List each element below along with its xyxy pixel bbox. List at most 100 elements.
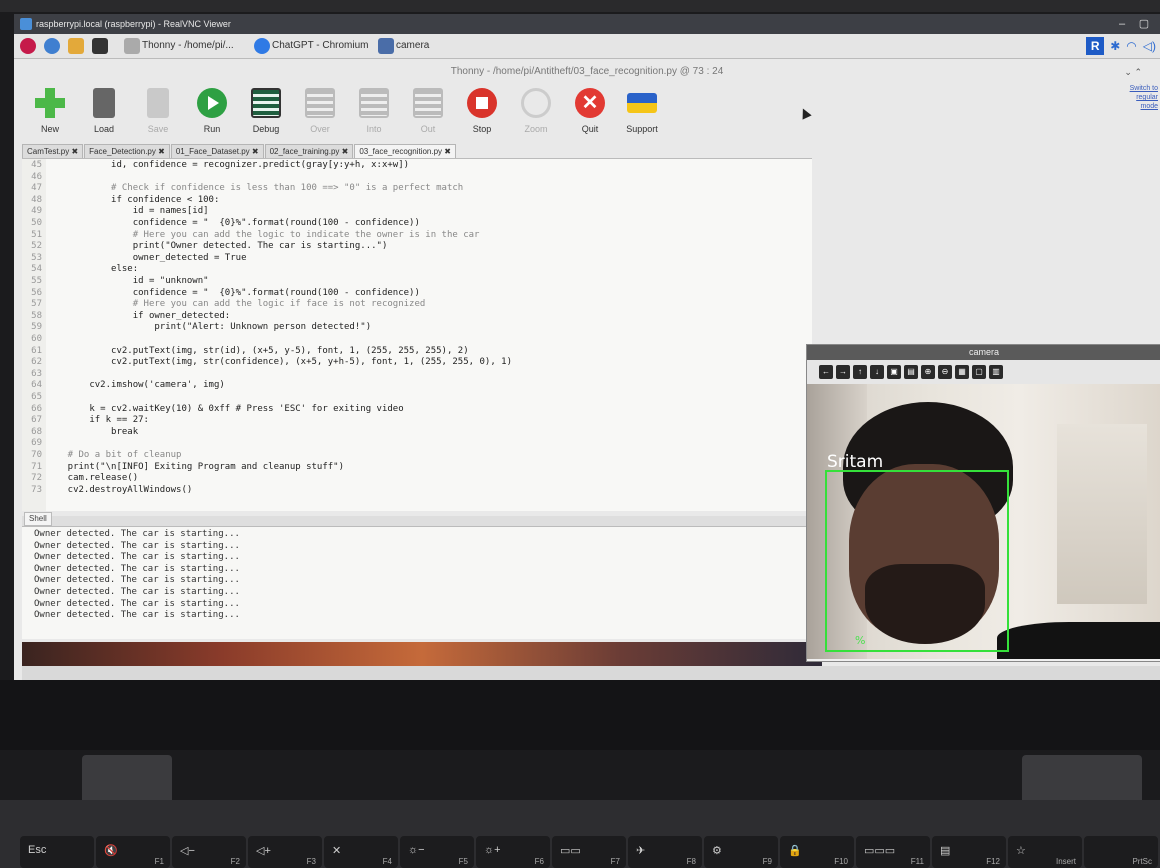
line-number: 53 [31, 252, 42, 263]
code-line[interactable]: 52 print("Owner detected. The car is sta… [22, 241, 387, 253]
support-button[interactable]: Support [616, 88, 668, 134]
zoom-button[interactable]: Zoom [510, 88, 562, 134]
volume-icon[interactable]: ◁) [1143, 39, 1156, 53]
taskbar-item-camera[interactable]: camera [376, 36, 496, 56]
line-number: 48 [31, 194, 42, 205]
code-line[interactable]: 64 cv2.imshow('camera', img) [22, 380, 225, 392]
code-line[interactable]: 60 [22, 334, 46, 346]
code-line[interactable]: 55 id = "unknown" [22, 276, 208, 288]
code-line[interactable]: 47 # Check if confidence is less than 10… [22, 183, 463, 195]
code-line[interactable]: 46 [22, 172, 46, 184]
minimize-icon[interactable]: – [1112, 14, 1132, 34]
file-manager-icon[interactable] [68, 38, 84, 54]
pan-down-icon[interactable]: ↓ [870, 365, 884, 379]
step-out-button[interactable]: Out [402, 88, 454, 134]
shell-divider[interactable] [22, 516, 822, 526]
properties-icon[interactable]: ▥ [989, 365, 1003, 379]
code-line[interactable]: 54 else: [22, 264, 138, 276]
code-line[interactable]: 65 [22, 392, 46, 404]
confidence-label: % [855, 634, 866, 647]
monitor-top-bezel [0, 0, 1160, 12]
taskbar-item-thonny[interactable]: Thonny - /home/pi/... [122, 36, 272, 56]
code-line[interactable]: 68 break [22, 427, 138, 439]
code-line[interactable]: 57 # Here you can add the logic if face … [22, 299, 425, 311]
code-line[interactable]: 66 k = cv2.waitKey(10) & 0xff # Press 'E… [22, 404, 403, 416]
tab-face-training[interactable]: 02_face_training.py ✖ [264, 144, 354, 158]
code-line[interactable]: 49 id = names[id] [22, 206, 208, 218]
line-number: 73 [31, 484, 42, 495]
code-line[interactable]: 67 if k == 27: [22, 415, 149, 427]
run-button[interactable]: Run [186, 88, 238, 134]
key-function-label: F11 [910, 857, 924, 866]
shell-panel[interactable]: Owner detected. The car is starting... Ow… [22, 526, 814, 639]
code-line[interactable]: 63 [22, 369, 46, 381]
zoom-out-icon[interactable]: ⊖ [938, 365, 952, 379]
keyboard-key: ☆ Insert [1008, 836, 1082, 868]
recognized-name-label: Sritam [827, 452, 884, 472]
debug-button[interactable]: Debug [240, 88, 292, 134]
code-line[interactable]: 45 id, confidence = recognizer.predict(g… [22, 160, 409, 172]
code-line[interactable]: 73 cv2.destroyAllWindows() [22, 485, 192, 497]
camera-window[interactable]: camera ← → ↑ ↓ ▣ ▤ ⊕ ⊖ ▦ ▢ ▥ Sritam % [806, 344, 1160, 662]
code-line[interactable]: 53 owner_detected = True [22, 253, 246, 265]
code-line[interactable]: 69 [22, 438, 46, 450]
code-line[interactable]: 61 cv2.putText(img, str(id), (x+5, y-5),… [22, 346, 468, 358]
zoom-original-icon[interactable]: ▤ [904, 365, 918, 379]
code-line[interactable]: 50 confidence = " {0}%".format(round(100… [22, 218, 420, 230]
tab-face-dataset[interactable]: 01_Face_Dataset.py ✖ [170, 144, 264, 158]
new-button[interactable]: New [24, 88, 76, 134]
line-number: 50 [31, 218, 42, 228]
window-controls-icon[interactable]: ⌄ ⌃ [1124, 62, 1142, 82]
thonny-toolbar: New Load Save Run Debug Over Into Out St… [14, 84, 714, 144]
stop-button[interactable]: Stop [456, 88, 508, 134]
code-text: cam.release() [46, 473, 139, 484]
load-button[interactable]: Load [78, 88, 130, 134]
pan-up-icon[interactable]: ↑ [853, 365, 867, 379]
code-text: break [46, 426, 139, 437]
save-image-icon[interactable]: ▦ [955, 365, 969, 379]
browser-globe-icon[interactable] [44, 38, 60, 54]
vnc-app-icon [20, 18, 32, 30]
keyboard-key: ◁+ F3 [248, 836, 322, 868]
zoom-fit-icon[interactable]: ▣ [887, 365, 901, 379]
line-number: 60 [31, 334, 42, 344]
debug-icon [251, 88, 281, 118]
code-text: confidence = " {0}%".format(round(100 - … [46, 218, 420, 228]
shell-output-line: Owner detected. The car is starting... [34, 563, 240, 574]
tab-face-detection[interactable]: Face_Detection.py ✖ [84, 144, 170, 158]
raspberry-menu-icon[interactable] [20, 38, 36, 54]
code-line[interactable]: 59 print("Alert: Unknown person detected… [22, 322, 371, 334]
step-over-button[interactable]: Over [294, 88, 346, 134]
tab-camtest[interactable]: CamTest.py ✖ [22, 144, 84, 158]
pan-left-icon[interactable]: ← [819, 365, 833, 379]
switch-mode-link[interactable]: Switch to regular mode [1124, 84, 1158, 111]
code-line[interactable]: 70 # Do a bit of cleanup [22, 450, 181, 462]
terminal-icon[interactable] [92, 38, 108, 54]
code-line[interactable]: 72 cam.release() [22, 473, 138, 485]
maximize-icon[interactable]: ▢ [1134, 14, 1154, 34]
camera-window-title: camera [807, 345, 1160, 360]
pan-right-icon[interactable]: → [836, 365, 850, 379]
wifi-icon[interactable]: ◠ [1126, 39, 1136, 53]
step-into-button[interactable]: Into [348, 88, 400, 134]
code-line[interactable]: 48 if confidence < 100: [22, 195, 219, 207]
copy-image-icon[interactable]: ▢ [972, 365, 986, 379]
code-line[interactable]: 56 confidence = " {0}%".format(round(100… [22, 288, 420, 300]
key-symbol: ☼+ [484, 844, 501, 856]
save-button[interactable]: Save [132, 88, 184, 134]
tab-face-recognition[interactable]: 03_face_recognition.py ✖ [354, 144, 456, 158]
code-line[interactable]: 62 cv2.putText(img, str(confidence), (x+… [22, 357, 512, 369]
vnc-tray-icon[interactable]: R [1086, 37, 1105, 55]
code-line[interactable]: 71 print("\n[INFO] Exiting Program and c… [22, 462, 344, 474]
line-number: 51 [31, 229, 42, 240]
line-number: 68 [31, 426, 42, 437]
code-line[interactable]: 58 if owner_detected: [22, 311, 230, 323]
zoom-in-icon[interactable]: ⊕ [921, 365, 935, 379]
taskbar-item-chromium[interactable]: ChatGPT - Chromium [252, 36, 392, 56]
quit-button[interactable]: ✕ Quit [564, 88, 616, 134]
code-line[interactable]: 51 # Here you can add the logic to indic… [22, 230, 479, 242]
code-editor[interactable]: 45 id, confidence = recognizer.predict(g… [22, 158, 812, 511]
bluetooth-icon[interactable]: ✱ [1110, 39, 1120, 53]
shell-tab[interactable]: Shell [24, 512, 52, 526]
key-function-label: Insert [1055, 857, 1076, 866]
